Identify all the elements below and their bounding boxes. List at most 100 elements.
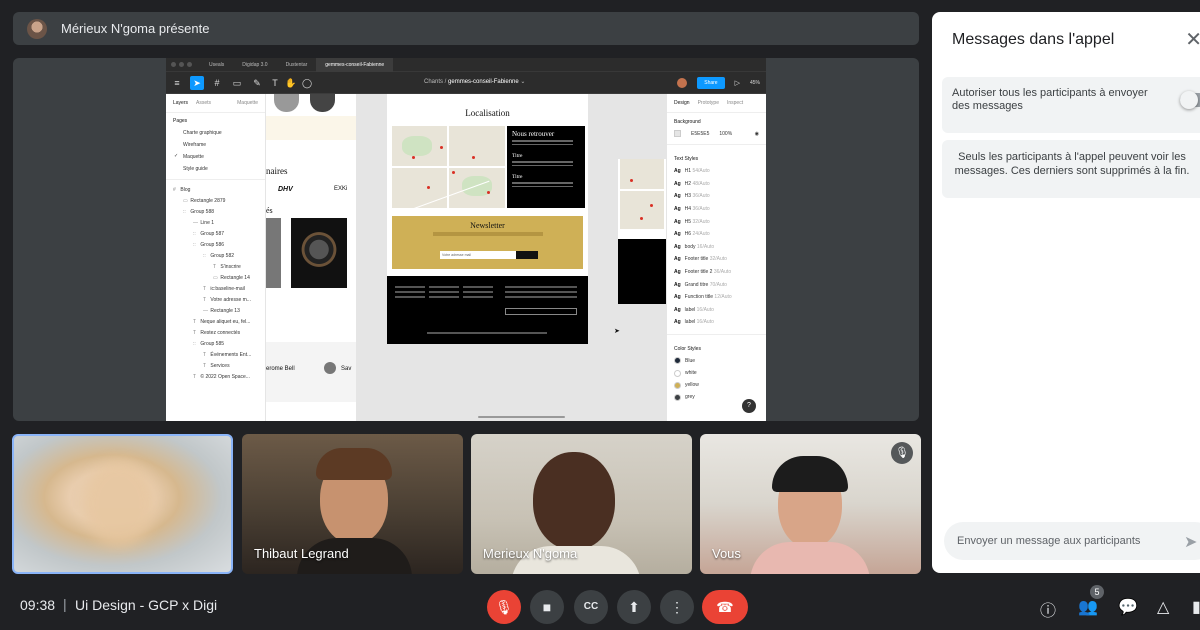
chat-icon[interactable]: 💬	[1118, 597, 1138, 617]
figma-file-tab[interactable]: Useals	[200, 58, 233, 72]
footer-input	[505, 308, 577, 315]
text-style-item[interactable]: Ag Footer title 2 36/Auto	[667, 266, 766, 279]
leave-call-button[interactable]: ☎	[702, 590, 748, 624]
figma-file-tab[interactable]: Digidap 3.0	[233, 58, 276, 72]
close-icon[interactable]: ✕	[1185, 27, 1200, 52]
testimonials	[266, 342, 356, 402]
background-opacity[interactable]: 100%	[719, 131, 732, 137]
color-style-item[interactable]: yellow	[667, 379, 766, 391]
tab-inspect[interactable]: Inspect	[727, 100, 743, 106]
artboard-left[interactable]: naires DHV EXKi és erome Bell Sav	[266, 94, 356, 421]
layer-item[interactable]: :: Group 585	[173, 338, 265, 349]
page-item[interactable]: Wireframe	[166, 139, 265, 151]
layer-item[interactable]: ▭ Rectangle 2879	[173, 195, 265, 206]
layer-item[interactable]: — Line 1	[173, 217, 265, 228]
figma-file-tab[interactable]: Dustentar	[277, 58, 317, 72]
tab-assets[interactable]: Assets	[196, 100, 211, 106]
shape-tool-icon[interactable]: ▭	[230, 76, 244, 90]
layer-item[interactable]: T © 2022 Open Space...	[173, 371, 265, 382]
text-style-item[interactable]: Ag label 16/Auto	[667, 304, 766, 317]
info-icon[interactable]: ⓘ	[1040, 597, 1056, 621]
mic-off-button[interactable]: 🎙	[487, 590, 521, 624]
participant-tile[interactable]: Merieux N'goma	[471, 434, 692, 574]
text-style-item[interactable]: Ag H3 36/Auto	[667, 190, 766, 203]
layer-item[interactable]: T Votre adresse m...	[173, 294, 265, 305]
layer-item[interactable]: T Événements Ent...	[173, 349, 265, 360]
text-style-icon: Ag	[674, 269, 681, 276]
people-icon[interactable]: 👥	[1078, 597, 1098, 617]
camera-button[interactable]: ■	[530, 590, 564, 624]
page-item[interactable]: Style guide	[166, 163, 265, 175]
layer-label: Événements Ent...	[210, 351, 252, 358]
layer-item[interactable]: T Services	[173, 360, 265, 371]
move-tool-icon[interactable]: ➤	[190, 76, 204, 90]
text-style-item[interactable]: Ag H2 48/Auto	[667, 178, 766, 191]
layer-item[interactable]: :: Group 588	[173, 206, 265, 217]
captions-button[interactable]: CC	[574, 590, 608, 624]
layer-item[interactable]: :: Group 587	[173, 228, 265, 239]
text-style-icon: Ag	[674, 180, 681, 187]
page-item[interactable]: Charte graphique	[166, 127, 265, 139]
pen-tool-icon[interactable]: ✎	[250, 76, 264, 90]
present-button[interactable]: ⬆	[617, 590, 651, 624]
layer-item[interactable]: :: Group 586	[173, 239, 265, 250]
layer-item[interactable]: T ic:baseline-mail	[173, 283, 265, 294]
participant-tile[interactable]: Thibaut Legrand	[242, 434, 463, 574]
background-hex[interactable]: E5E5E5	[691, 131, 709, 137]
participant-tile[interactable]	[12, 434, 233, 574]
text-style-item[interactable]: Ag Grand titre 70/Auto	[667, 278, 766, 291]
color-style-item[interactable]: Blue	[667, 355, 766, 367]
chat-message-input[interactable]: Envoyer un message aux participants	[944, 522, 1200, 560]
text-style-item[interactable]: Ag Footer title 32/Auto	[667, 253, 766, 266]
allow-messages-toggle[interactable]	[1180, 91, 1200, 109]
lock-icon[interactable]: ▮	[1192, 597, 1200, 617]
collaborator-avatar[interactable]	[677, 78, 688, 88]
newsletter-title: Newsletter	[470, 221, 505, 230]
layer-item[interactable]: :: Group 582	[173, 250, 265, 261]
layer-item[interactable]: T S'inscrire	[173, 261, 265, 272]
comment-tool-icon[interactable]: ◯	[300, 76, 314, 90]
text-tool-icon[interactable]: T	[268, 76, 282, 90]
hand-tool-icon[interactable]: ✋	[284, 76, 298, 90]
page-item[interactable]: Maquette	[166, 151, 265, 163]
tab-layers[interactable]: Layers	[173, 100, 188, 106]
tab-prototype[interactable]: Prototype	[698, 100, 719, 106]
chat-panel: Messages dans l'appel ✕ Autoriser tous l…	[932, 12, 1200, 573]
layer-item[interactable]: # Blog	[173, 184, 265, 195]
share-button[interactable]: Share	[697, 77, 725, 89]
layer-item[interactable]: T Restez connectés	[173, 327, 265, 338]
present-icon[interactable]: ▷	[735, 79, 740, 87]
activities-icon[interactable]: △	[1157, 597, 1169, 617]
frame-tool-icon[interactable]: #	[210, 76, 224, 90]
artboard-right[interactable]	[618, 159, 666, 304]
text-style-item[interactable]: Ag label 16/Auto	[667, 316, 766, 329]
color-style-item[interactable]: white	[667, 367, 766, 379]
file-breadcrumb[interactable]: Chants / gemmes-conseil-Fabienne ⌄	[424, 78, 525, 85]
background-row[interactable]: E5E5E5 100% ◉	[667, 128, 766, 139]
help-button[interactable]: ?	[742, 399, 756, 413]
text-style-item[interactable]: Ag H6 24/Auto	[667, 228, 766, 241]
layer-item[interactable]: — Rectangle 13	[173, 305, 265, 316]
figma-canvas[interactable]: naires DHV EXKi és erome Bell Sav Locali…	[266, 94, 666, 421]
participant-tile[interactable]: 🎙 Vous	[700, 434, 921, 574]
artboard-main[interactable]: Localisation Nous retrouver Titre Titre …	[387, 94, 588, 344]
text-style-item[interactable]: Ag H5 32/Auto	[667, 215, 766, 228]
text-style-item[interactable]: Ag H4 36/Auto	[667, 203, 766, 216]
zoom-level[interactable]: 45%	[750, 80, 760, 86]
layer-item[interactable]: T Neque aliquet eu, fel...	[173, 316, 265, 327]
canvas-scrollbar[interactable]	[478, 416, 565, 418]
text-style-item[interactable]: Ag H1 54/Auto	[667, 165, 766, 178]
layer-item[interactable]: ▭ Rectangle 14	[173, 272, 265, 283]
main-menu-icon[interactable]: ≡	[170, 76, 184, 90]
allow-messages-setting: Autoriser tous les participants à envoye…	[942, 77, 1200, 133]
send-icon[interactable]: ➤	[1184, 532, 1197, 552]
text-style-item[interactable]: Ag body 16/Auto	[667, 241, 766, 254]
page-selector[interactable]: Maquette	[237, 100, 258, 106]
testimonial-avatar	[324, 362, 336, 374]
tab-design[interactable]: Design	[674, 100, 690, 106]
text-style-item[interactable]: Ag Function title 12/Auto	[667, 291, 766, 304]
more-options-button[interactable]: ⋮	[660, 590, 694, 624]
figma-file-tab[interactable]: gemmes-conseil-Fabienne	[316, 58, 394, 72]
background-swatch[interactable]	[674, 130, 681, 137]
eye-icon[interactable]: ◉	[755, 131, 759, 137]
